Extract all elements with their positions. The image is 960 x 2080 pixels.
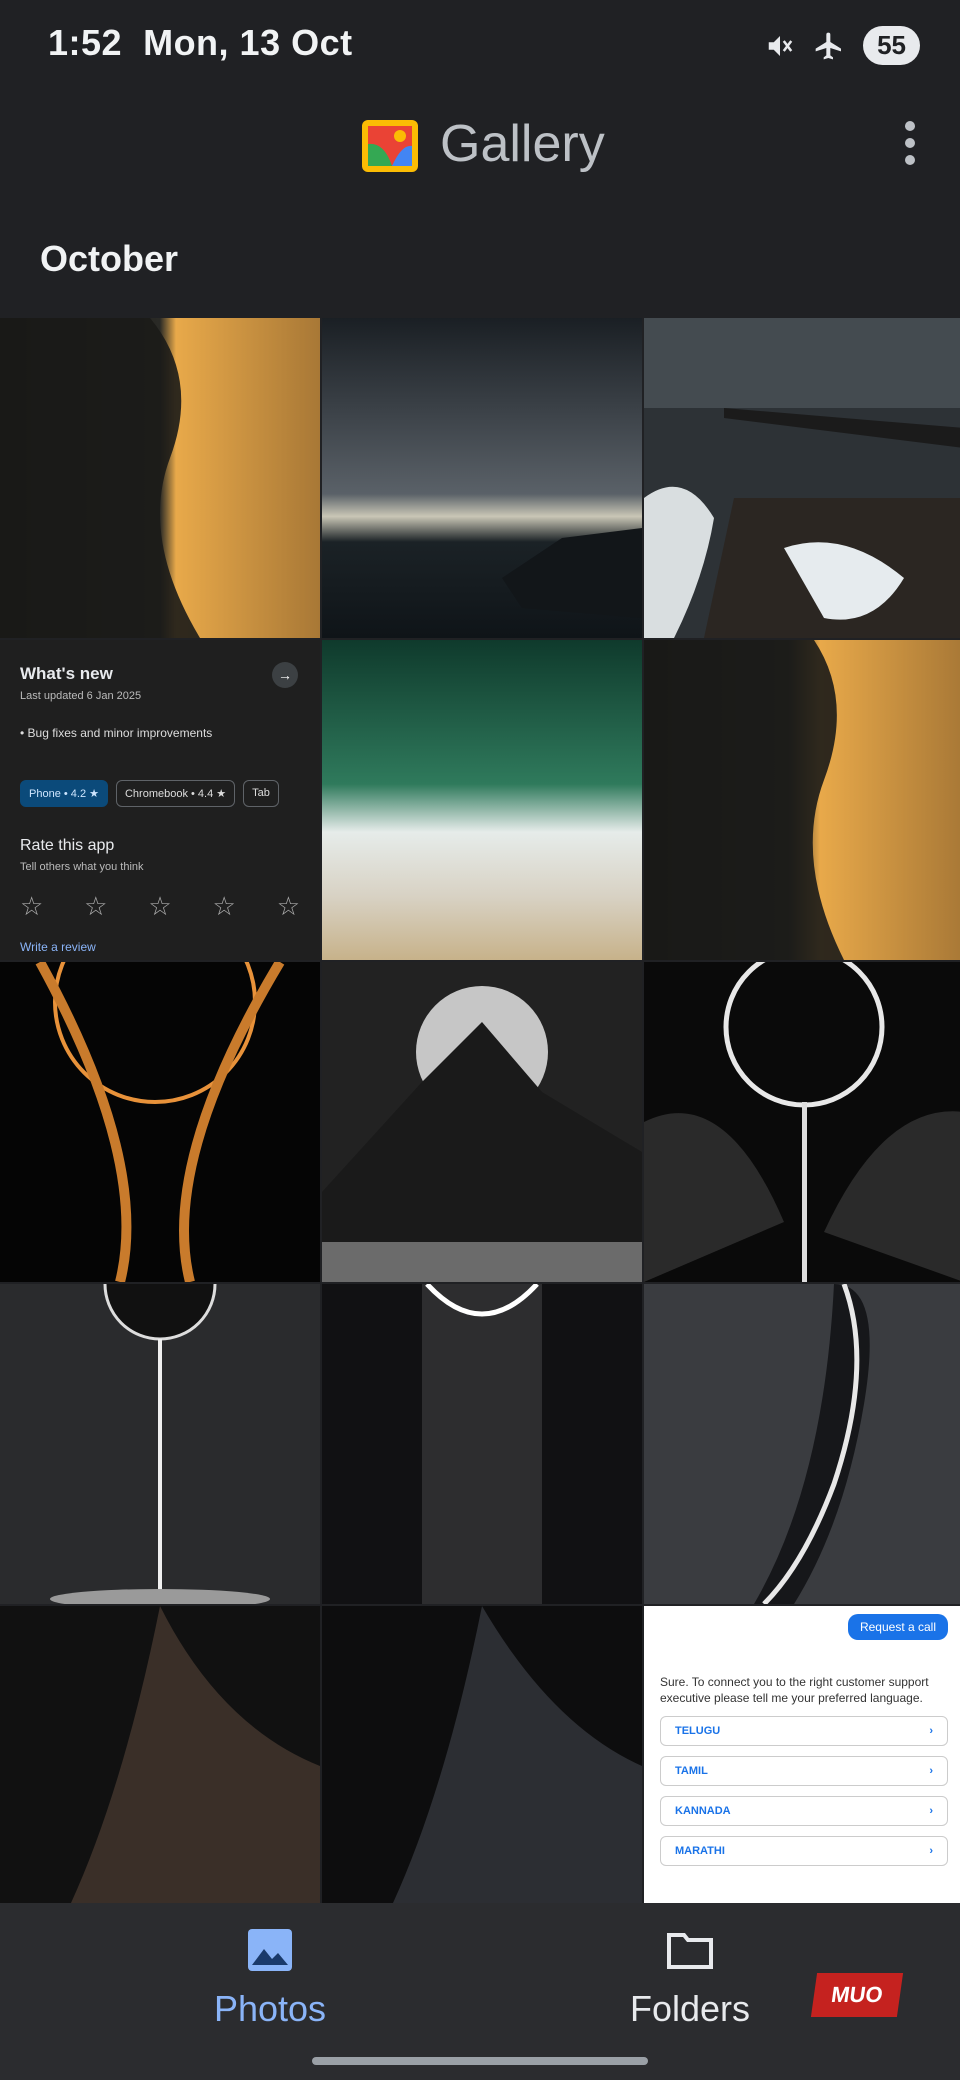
language-option: KANNADA › xyxy=(660,1796,948,1826)
photo-thumbnail[interactable] xyxy=(322,318,642,638)
star-rating: ☆ ☆ ☆ ☆ ☆ xyxy=(20,891,300,921)
photo-thumbnail[interactable] xyxy=(0,1606,320,1903)
nav-folders[interactable]: Folders xyxy=(590,1927,790,2030)
nav-photos-label: Photos xyxy=(213,1988,327,2029)
bug-fix-text: • Bug fixes and minor improvements xyxy=(20,726,213,740)
photo-thumbnail[interactable] xyxy=(644,318,960,638)
photo-thumbnail[interactable] xyxy=(644,640,960,960)
month-header: October xyxy=(40,238,179,279)
folder-icon xyxy=(667,1933,713,1969)
photo-grid: → What's new Last updated 6 Jan 2025 • B… xyxy=(0,318,960,1903)
rate-sub: Tell others what you think xyxy=(20,861,144,873)
photo-thumbnail[interactable] xyxy=(644,1284,960,1604)
status-time: 1:52 Mon, 13 Oct xyxy=(48,22,353,63)
bottom-navigation: Photos Folders MUO xyxy=(0,1903,960,2080)
status-bar: 1:52 Mon, 13 Oct 55 xyxy=(0,0,960,90)
photo-thumbnail[interactable] xyxy=(322,640,642,960)
muo-watermark: MUO xyxy=(810,1973,904,2017)
play-store-screenshot[interactable]: → What's new Last updated 6 Jan 2025 • B… xyxy=(0,640,320,960)
chip-phone: Phone • 4.2 ★ xyxy=(20,780,108,807)
photo-thumbnail[interactable] xyxy=(322,1606,642,1903)
whats-new-heading: What's new xyxy=(20,664,113,683)
battery-indicator: 55 xyxy=(863,26,920,65)
language-option: TAMIL › xyxy=(660,1756,948,1786)
request-call-bubble: Request a call xyxy=(847,1614,948,1640)
chat-message: Sure. To connect you to the right custom… xyxy=(660,1675,929,1705)
arrow-right-icon: → xyxy=(272,662,298,688)
app-bar: Gallery xyxy=(0,100,960,200)
chat-screenshot[interactable]: Request a call Sure. To connect you to t… xyxy=(644,1606,960,1903)
photo-icon xyxy=(248,1929,292,1971)
airplane-icon xyxy=(815,32,842,59)
photo-thumbnail[interactable] xyxy=(322,962,642,1282)
mute-icon xyxy=(768,35,793,56)
more-options-icon[interactable] xyxy=(902,120,918,166)
language-option: MARATHI › xyxy=(660,1836,948,1866)
photo-thumbnail[interactable] xyxy=(322,1284,642,1604)
nav-photos[interactable]: Photos xyxy=(170,1927,370,2030)
last-updated-text: Last updated 6 Jan 2025 xyxy=(20,690,142,702)
app-title: Gallery xyxy=(440,115,605,173)
chip-chromebook: Chromebook • 4.4 ★ xyxy=(115,780,236,807)
gallery-logo-icon xyxy=(362,120,418,172)
nav-folders-label: Folders xyxy=(629,1988,751,2029)
chip-tablet: Tab xyxy=(243,780,279,807)
language-option: TELUGU › xyxy=(660,1716,948,1746)
home-indicator[interactable] xyxy=(312,2057,648,2065)
rate-heading: Rate this app xyxy=(20,837,115,854)
photo-thumbnail[interactable] xyxy=(644,962,960,1282)
photo-thumbnail[interactable] xyxy=(0,1284,320,1604)
write-review-link: Write a review xyxy=(20,940,96,954)
photo-thumbnail[interactable] xyxy=(0,318,320,638)
photo-thumbnail[interactable] xyxy=(0,962,320,1282)
